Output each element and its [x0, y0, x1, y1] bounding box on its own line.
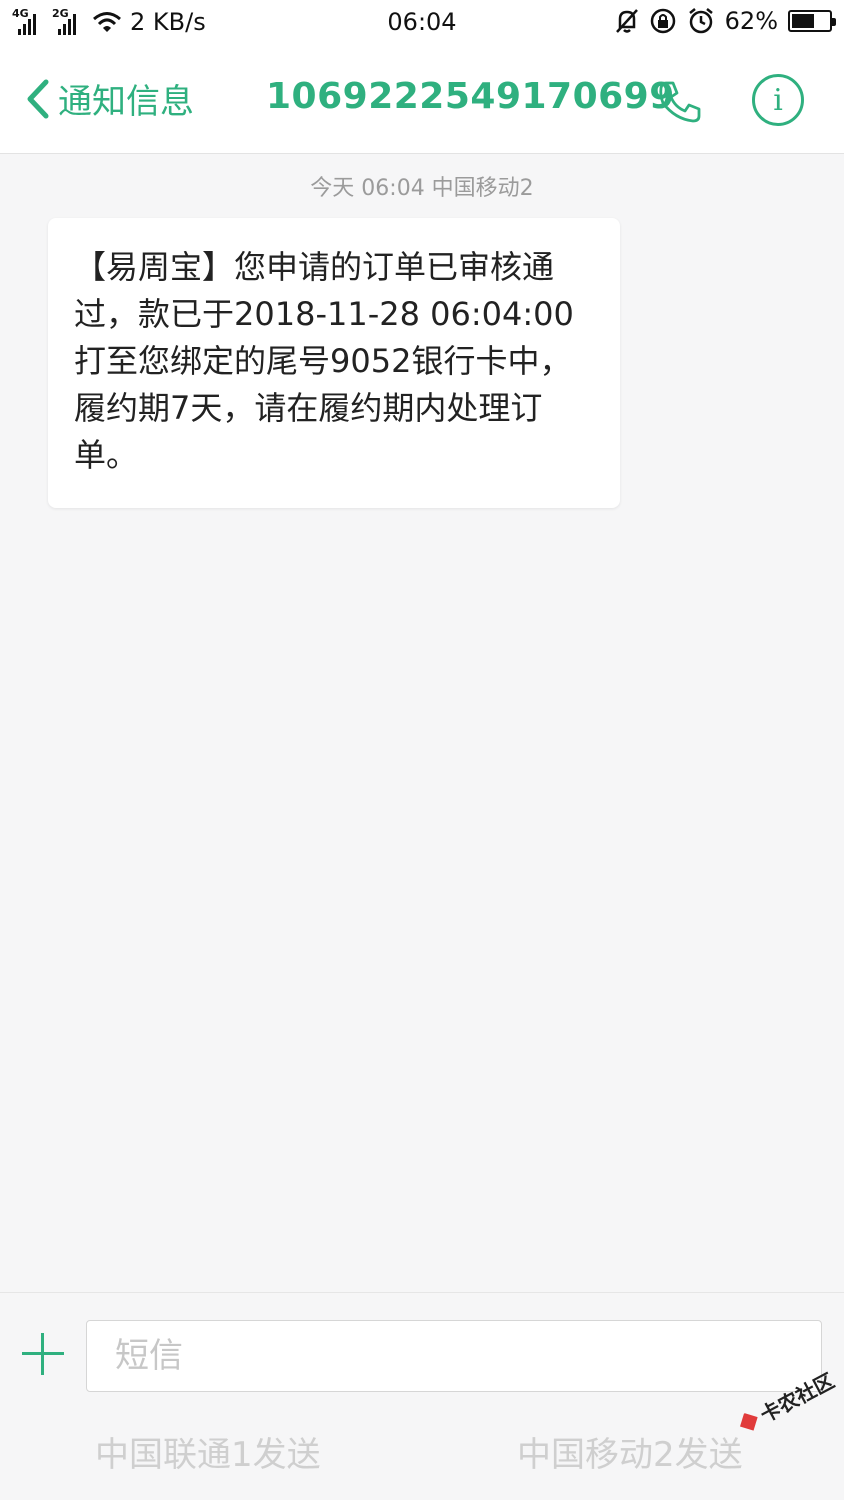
back-button[interactable]: 通知信息	[24, 74, 194, 123]
back-label: 通知信息	[58, 82, 194, 122]
call-button[interactable]	[656, 78, 704, 126]
phone-icon	[659, 81, 701, 123]
status-right: 62%	[615, 7, 836, 35]
battery-icon	[788, 10, 836, 32]
add-attachment-button[interactable]	[20, 1331, 66, 1377]
status-time: 06:04	[387, 8, 457, 36]
network-speed: 2 KB/s	[130, 8, 206, 36]
wifi-icon	[93, 12, 121, 32]
send-sim2-button[interactable]: 中国移动2发送	[517, 1427, 743, 1476]
signal-icon-sim1: 4G	[12, 7, 44, 35]
messaging-screen: 4G 2G 2 KB/s 06:04 62% 通知信息 106922254917…	[0, 0, 844, 1500]
mute-bell-icon	[615, 9, 638, 33]
alarm-clock-icon	[688, 8, 713, 34]
battery-percent: 62%	[724, 7, 778, 35]
info-icon: i	[773, 82, 783, 118]
sms-input[interactable]	[86, 1320, 822, 1392]
message-timestamp: 今天 06:04 中国移动2	[310, 176, 534, 201]
rotation-lock-icon	[650, 8, 675, 34]
send-sim1-button[interactable]: 中国联通1发送	[95, 1427, 321, 1476]
status-bar: 4G 2G 2 KB/s 06:04 62%	[0, 0, 844, 46]
signal-icon-sim2: 2G	[52, 7, 84, 35]
chevron-left-icon	[27, 79, 49, 118]
message-bubble[interactable]: 【易周宝】您申请的订单已审核通过，款已于2018-11-28 06:04:00打…	[48, 218, 620, 508]
status-left: 4G 2G 2 KB/s	[12, 7, 206, 36]
conversation-header: 通知信息 1069222549170699 i	[0, 46, 844, 154]
sender-number: 1069222549170699	[266, 76, 675, 117]
info-button[interactable]: i	[752, 74, 804, 126]
battery-fill	[792, 14, 815, 28]
message-composer: 中国联通1发送 中国移动2发送	[0, 1292, 844, 1500]
